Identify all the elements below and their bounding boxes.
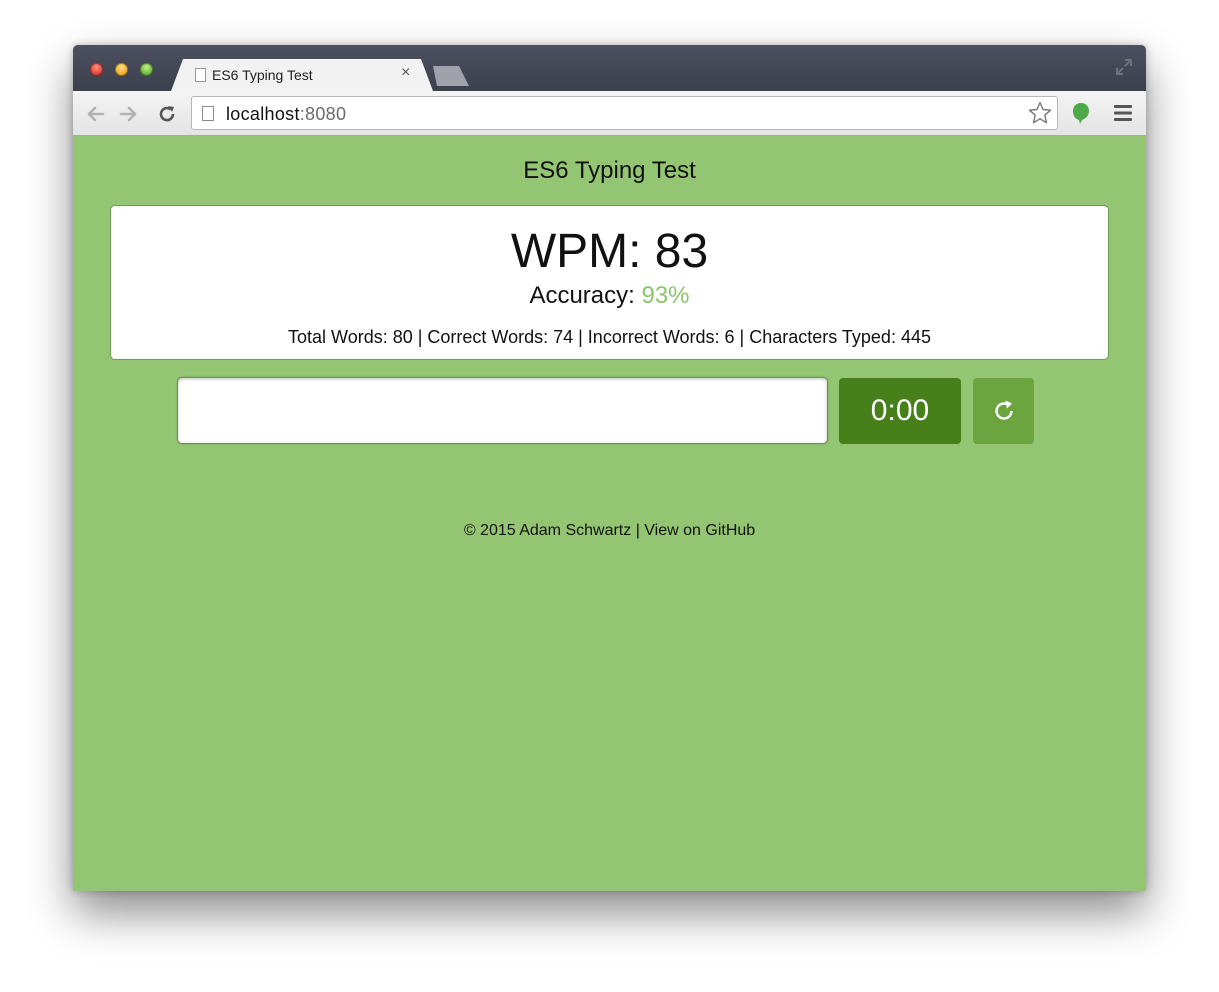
restart-icon [995,400,1013,420]
accuracy-readout: Accuracy: 93% [111,282,1108,310]
back-arrow-icon[interactable] [84,103,106,125]
page-title: ES6 Typing Test [523,157,696,184]
footer-copyright: © 2015 Adam Schwartz [463,522,632,539]
restart-button[interactable] [973,378,1034,444]
url-host: localhost [226,104,300,124]
wpm-readout: WPM: 83 [510,225,709,278]
github-link[interactable]: View on GitHub [644,522,755,539]
minimize-window-button[interactable] [115,63,128,76]
title-bar: ES6 Typing Test × [73,45,1146,91]
browser-window: ES6 Typing Test × localhost:8080 ES6 Typ… [73,45,1146,891]
page-info-icon [202,106,214,121]
accuracy-value: 93% [641,282,690,309]
fullscreen-icon[interactable] [1114,57,1134,77]
new-tab-button[interactable] [427,66,469,86]
tab-title: ES6 Typing Test [212,67,313,83]
browser-toolbar: localhost:8080 [73,91,1146,136]
accuracy-label: Accuracy: [529,282,642,309]
page-icon [195,68,206,82]
close-window-button[interactable] [90,63,103,76]
timer-display: 0:00 [839,378,961,444]
footer: © 2015 Adam Schwartz | View on GitHub [73,522,1146,540]
zoom-window-button[interactable] [140,63,153,76]
footer-separator: | [631,522,645,539]
forward-arrow-icon[interactable] [118,103,140,125]
page-content: ES6 Typing Test WPM: 83 Accuracy: 93% To… [73,136,1146,891]
results-panel: WPM: 83 Accuracy: 93% Total Words: 80 | … [110,205,1109,360]
typing-input[interactable] [177,377,828,444]
url-text[interactable]: localhost:8080 [226,104,346,125]
bookmark-star-icon[interactable] [1027,100,1053,126]
url-port: :8080 [299,104,347,124]
word-stats: Total Words: 80 | Correct Words: 74 | In… [288,327,931,347]
reload-icon[interactable] [156,103,178,125]
tab-close-icon[interactable]: × [401,64,410,82]
browser-tab-active[interactable]: ES6 Typing Test × [171,59,433,91]
address-bar[interactable]: localhost:8080 [191,96,1058,130]
evernote-extension-icon[interactable] [1071,101,1091,125]
hamburger-menu-icon[interactable] [1113,104,1133,122]
